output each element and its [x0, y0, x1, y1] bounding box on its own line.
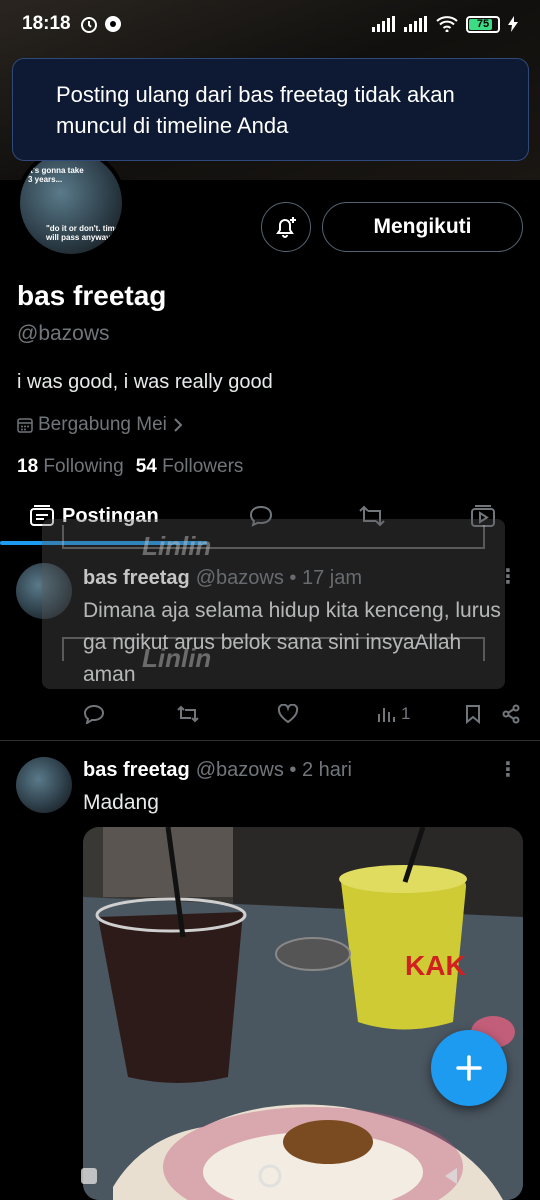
like-icon	[277, 704, 299, 724]
post-avatar[interactable]	[16, 563, 72, 619]
signal-icon	[372, 16, 395, 32]
post-author-name[interactable]: bas freetag	[83, 759, 190, 782]
toast-message: Posting ulang dari bas freetag tidak aka…	[56, 82, 455, 138]
chevron-right-icon	[174, 418, 183, 432]
cup-sign-text: KAK	[405, 950, 466, 981]
post-text: Dimana aja selama hidup kita kenceng, lu…	[83, 599, 501, 686]
follow-stats: 18 Following 54 Followers	[17, 456, 243, 478]
more-icon[interactable]: ⋮	[498, 564, 518, 589]
post-actions: 1	[83, 700, 523, 728]
post-header: bas freetag @bazows • 17 jam	[83, 567, 362, 590]
following-label: Following	[43, 456, 124, 477]
joined-date[interactable]: Bergabung Mei	[17, 414, 184, 436]
post-text: Madang	[83, 791, 159, 814]
post-meta: @bazows • 2 hari	[195, 759, 352, 781]
avatar-caption: it's gonna take 3 years...	[28, 166, 84, 184]
repost-icon	[177, 705, 199, 723]
user-handle: @bazows	[17, 322, 110, 345]
tab-media[interactable]	[470, 496, 496, 536]
bookmark-icon	[466, 705, 480, 724]
bell-plus-icon	[276, 217, 296, 238]
tab-posts[interactable]: Postingan	[30, 496, 159, 536]
followers-label: Followers	[162, 456, 244, 477]
post-author-name[interactable]: bas freetag	[83, 567, 190, 590]
tab-reposts[interactable]	[358, 496, 386, 536]
repost-toast[interactable]: Posting ulang dari bas freetag tidak aka…	[12, 58, 529, 161]
post-item[interactable]: bas freetag @bazows • 17 jam ⋮ Dimana aj…	[0, 546, 540, 740]
post-meta: @bazows • 17 jam	[195, 567, 362, 589]
posts-icon	[30, 505, 54, 526]
followers-stat[interactable]: 54 Followers	[136, 456, 244, 478]
calendar-icon	[17, 418, 33, 433]
views-icon	[378, 708, 395, 722]
following-count: 18	[17, 456, 39, 477]
views-count: 1	[401, 704, 411, 723]
joined-label: Bergabung Mei	[38, 414, 167, 435]
wifi-icon	[436, 16, 458, 32]
like-button[interactable]	[277, 704, 299, 724]
repost-button[interactable]	[176, 704, 200, 724]
alarm-icon	[80, 17, 97, 33]
more-icon[interactable]: ⋮	[498, 757, 518, 782]
status-right: 75	[372, 15, 518, 33]
avatar-caption: "do it or don't. time will pass anyway"	[46, 224, 120, 242]
compose-icon	[456, 1055, 482, 1081]
compose-button[interactable]	[431, 1030, 507, 1106]
home-button[interactable]	[257, 1163, 283, 1189]
status-time: 18:18	[22, 13, 71, 34]
profile-bio: i was good, i was really good	[17, 371, 273, 393]
profile-tabs: Postingan	[0, 496, 540, 546]
system-nav-bar	[0, 1152, 540, 1200]
views-button[interactable]: 1	[377, 704, 410, 724]
aperture-icon	[104, 16, 121, 32]
tab-replies[interactable]	[248, 496, 274, 536]
following-button[interactable]: Mengikuti	[322, 202, 523, 252]
back-button[interactable]	[440, 1165, 462, 1187]
profile-avatar[interactable]: it's gonna take 3 years... "do it or don…	[16, 148, 126, 258]
repost-icon	[359, 505, 385, 527]
reply-icon	[83, 704, 105, 724]
bookmark-button[interactable]	[465, 704, 481, 724]
post-avatar[interactable]	[16, 757, 72, 813]
food-photo: KAK	[83, 827, 523, 1200]
share-button[interactable]	[501, 704, 521, 724]
charging-icon	[508, 16, 518, 32]
tab-posts-label: Postingan	[62, 504, 159, 527]
notification-bell-button[interactable]	[261, 202, 311, 252]
active-tab-indicator	[0, 541, 207, 545]
media-icon	[471, 505, 495, 527]
signal-icon	[404, 16, 427, 32]
share-icon	[502, 704, 520, 724]
followers-count: 54	[135, 456, 157, 477]
recents-button[interactable]	[78, 1165, 100, 1187]
display-name: bas freetag	[17, 280, 167, 311]
status-notification-icons	[79, 14, 123, 34]
status-bar: 18:18 75	[0, 0, 540, 48]
reply-icon	[249, 505, 273, 527]
reply-button[interactable]	[83, 704, 105, 724]
post-image[interactable]: KAK	[83, 827, 523, 1200]
following-stat[interactable]: 18 Following	[17, 456, 124, 478]
battery-level: 75	[476, 18, 490, 30]
post-header: bas freetag @bazows • 2 hari	[83, 759, 352, 782]
battery-icon: 75	[466, 15, 500, 33]
